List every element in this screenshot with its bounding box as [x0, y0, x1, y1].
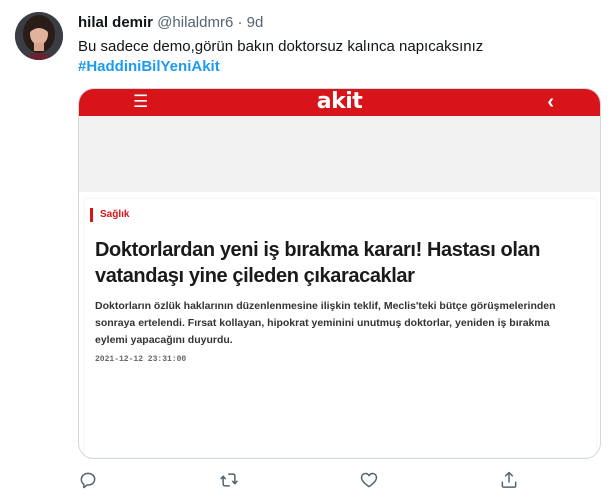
tweet-actions	[78, 470, 538, 494]
reply-button[interactable]	[78, 470, 102, 494]
article-card: Sağlık Doktorlardan yeni iş bırakma kara…	[85, 199, 596, 457]
like-button[interactable]	[359, 470, 383, 494]
ad-placeholder	[79, 116, 600, 192]
avatar[interactable]	[15, 12, 63, 60]
handle[interactable]: @hilaldmr6	[157, 14, 233, 31]
share-icon	[501, 471, 517, 488]
retweet-button[interactable]	[219, 470, 243, 494]
avatar-image	[15, 12, 63, 60]
summary-line-1: Doktorların özlük haklarının düzenlenmes…	[95, 300, 556, 312]
timestamp-link[interactable]: 9d	[247, 14, 264, 31]
like-icon	[360, 472, 378, 488]
summary-line-3: eylemi yapacağını duyurdu.	[95, 334, 233, 346]
site-header-bar: ☰ akit ‹	[79, 89, 600, 116]
article-summary: Doktorların özlük haklarının düzenlenmes…	[95, 298, 595, 349]
tweet-header: hilal demir @hilaldmr6 · 9d	[78, 13, 263, 33]
akit-logo: akit	[316, 89, 363, 114]
summary-line-2: sonraya ertelendi. Fırsat kollayan, hipo…	[95, 317, 550, 329]
headline-line-1: Doktorlardan yeni iş bırakma kararı! Has…	[95, 239, 541, 261]
separator: ·	[237, 14, 243, 31]
article-headline: Doktorlardan yeni iş bırakma kararı! Has…	[95, 237, 595, 289]
tweet-text: Bu sadece demo,görün bakın doktorsuz kal…	[78, 38, 484, 55]
back-chevron-icon: ‹	[547, 91, 554, 113]
article-category: Sağlık	[90, 208, 129, 222]
reply-icon	[80, 472, 96, 489]
display-name[interactable]: hilal demir	[78, 14, 153, 31]
media-image[interactable]: ☰ akit ‹ Sağlık Doktorlardan yeni iş bır…	[78, 88, 601, 459]
hashtag-link[interactable]: #HaddiniBilYeniAkit	[78, 57, 220, 77]
article-timestamp: 2021-12-12 23:31:00	[95, 355, 187, 364]
retweet-icon	[220, 473, 238, 487]
headline-line-2: vatandaşı yine çileden çıkaracaklar	[95, 265, 415, 287]
tweet: hilal demir @hilaldmr6 · 9d Bu sadece de…	[0, 0, 614, 498]
share-button[interactable]	[499, 470, 523, 494]
